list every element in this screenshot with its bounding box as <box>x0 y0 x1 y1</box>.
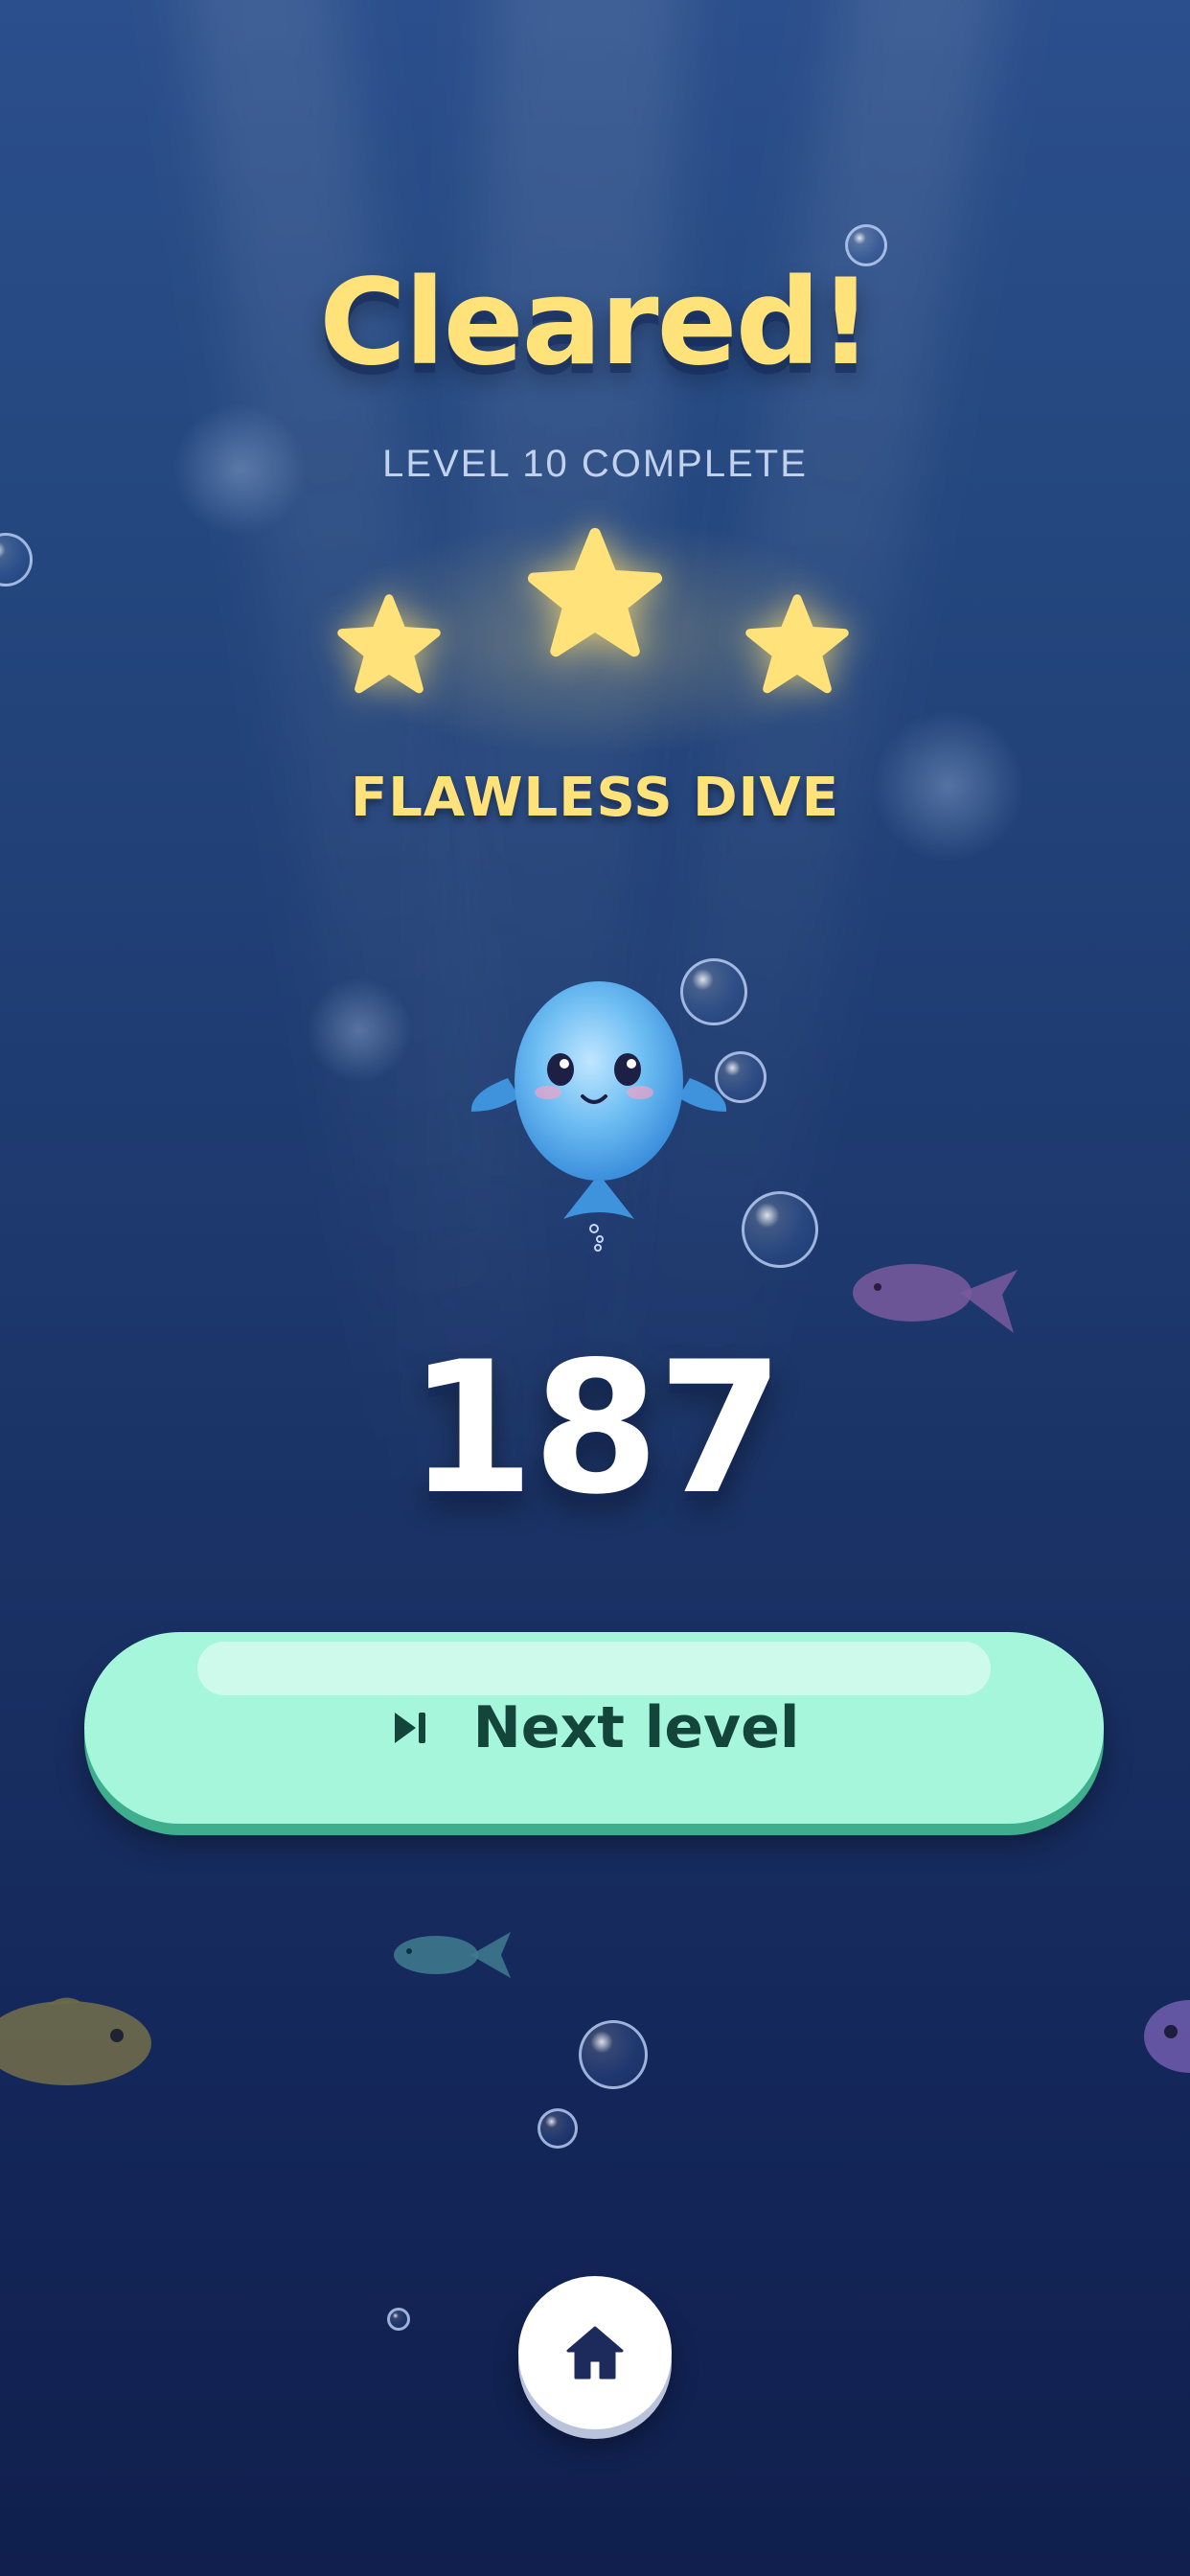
bubble <box>387 2308 410 2331</box>
bubble <box>538 2108 578 2149</box>
score-value: 187 <box>407 1322 785 1534</box>
glow-blob <box>307 978 412 1083</box>
fish-icon <box>394 1932 511 1978</box>
bubble <box>742 1191 818 1268</box>
bubble <box>0 533 33 586</box>
home-icon <box>566 2326 624 2380</box>
star-icon <box>527 527 663 657</box>
button-shine <box>197 1642 991 1695</box>
next-level-label: Next level <box>472 1694 800 1761</box>
fish-icon <box>1144 2000 1190 2073</box>
fish-mascot <box>470 981 727 1252</box>
achievement-badge: FLAWLESS DIVE <box>350 767 840 829</box>
home-button[interactable] <box>518 2276 672 2429</box>
bubble <box>579 2020 648 2089</box>
star-icon <box>745 594 849 694</box>
skip-next-icon <box>394 1713 425 1743</box>
page-title: Cleared! <box>319 254 873 392</box>
next-level-button[interactable]: Next level <box>84 1632 1104 1824</box>
level-complete-label: LEVEL 10 COMPLETE <box>382 443 808 485</box>
fish-icon <box>0 1997 151 2085</box>
star-icon <box>337 594 441 694</box>
